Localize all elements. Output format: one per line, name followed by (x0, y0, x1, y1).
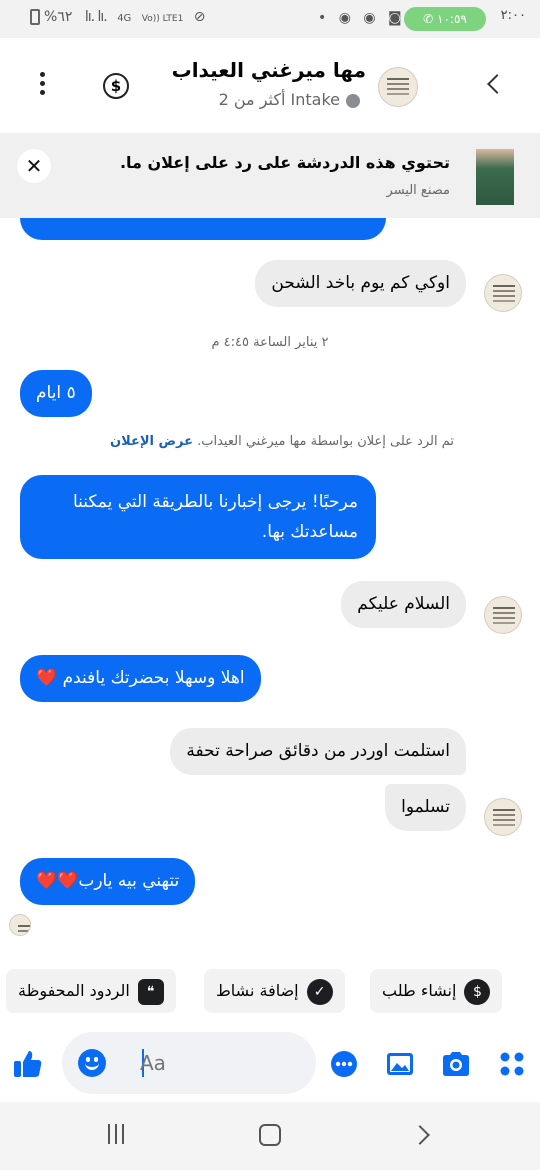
dollar-icon: $ (464, 978, 491, 1005)
chip-label: إنشاء طلب (382, 981, 457, 1000)
message-input-container[interactable] (62, 1032, 316, 1094)
messenger-chat-screen: %٦٢ lı. lı. 4G Vo)) LTE1 ⊘ • ◉ ◉ ◙ ✆ ١٠:… (0, 0, 540, 1170)
gallery-icon[interactable] (384, 1048, 416, 1080)
phone-icon: ✆ (423, 12, 438, 26)
message-bubble[interactable]: اهلا وسهلا بحضرتك يافندم ❤️ (20, 655, 261, 702)
message-bubble[interactable]: تتهني بيه يارب❤️❤️ (20, 858, 196, 905)
dollar-icon[interactable]: $ (103, 73, 129, 99)
apps-grid-icon[interactable] (496, 1048, 528, 1080)
thumbs-up-icon[interactable] (12, 1048, 44, 1080)
network-type: 4G (117, 13, 132, 24)
banner-subtitle: مصنع اليسر (386, 183, 450, 198)
signal-icon: lı. lı. (84, 9, 108, 25)
emoji-icon[interactable] (78, 1049, 106, 1077)
create-order-chip[interactable]: $ إنشاء طلب (370, 969, 503, 1013)
chip-label: الردود المحفوظة (18, 981, 130, 1000)
battery-icon (30, 9, 40, 25)
message-bubble[interactable]: مرحبًا! يرجى إخبارنا بالطريقة التي يمكنن… (20, 475, 376, 559)
status-label[interactable]: Intake (291, 90, 340, 109)
message-list[interactable]: اوكي كم يوم باخد الشحن ٢ يناير الساعة ٤:… (0, 218, 540, 960)
mute-icon: ⊘ (193, 9, 206, 25)
message-timestamp: ٢ يناير الساعة ٤:٤٥ م (211, 335, 329, 350)
status-clock: ٢:٠٠ (500, 8, 526, 23)
quick-reply-bar: $ إنشاء طلب ✓ إضافة نشاط ❝ الردود المحفوظة (0, 966, 540, 1016)
notification-icons: • ◉ ◉ ◙ (318, 10, 406, 26)
message-bubble-partial[interactable] (20, 218, 386, 240)
chip-label: إضافة نشاط (216, 981, 299, 1000)
message-bubble[interactable]: استلمت اوردر من دقائق صراحة تحفة (170, 728, 466, 775)
message-bubble[interactable]: تسلموا (385, 784, 466, 831)
status-left: %٦٢ lı. lı. 4G Vo)) LTE1 ⊘ (30, 9, 206, 25)
banner-title: تحتوي هذه الدردشة على رد على إعلان ما. (119, 153, 450, 172)
sender-avatar[interactable] (484, 274, 522, 312)
ad-reply-banner[interactable]: تحتوي هذه الدردشة على رد على إعلان ما. م… (0, 133, 540, 218)
chat-header: مها ميرغني العيداب Intake أكثر من 2 $ (0, 38, 540, 130)
contact-subtitle: Intake أكثر من 2 (209, 90, 366, 109)
more-count: أكثر من 2 (218, 90, 286, 109)
ad-thumbnail[interactable] (476, 149, 514, 205)
message-bubble[interactable]: السلام عليكم (341, 581, 466, 628)
home-icon[interactable] (259, 1124, 281, 1146)
message-line: مرحبًا! يرجى إخبارنا بالطريقة التي يمكنن… (72, 492, 358, 512)
nav-back-icon[interactable] (410, 1125, 430, 1145)
view-ad-link[interactable]: عرض الإعلان (110, 434, 193, 449)
ad-reply-text: تم الرد على إعلان بواسطة مها ميرغني العي… (197, 434, 454, 449)
add-activity-chip[interactable]: ✓ إضافة نشاط (204, 969, 345, 1013)
chat-bubbles-icon: ❝ (137, 978, 164, 1005)
message-bubble[interactable]: ٥ ايام (20, 370, 92, 417)
contact-name[interactable]: مها ميرغني العيداب (172, 58, 366, 82)
message-input[interactable] (140, 1032, 300, 1094)
sender-avatar[interactable] (484, 798, 522, 836)
back-icon[interactable] (482, 72, 508, 98)
chat-options-icon[interactable] (328, 1048, 360, 1080)
saved-replies-chip[interactable]: ❝ الردود المحفوظة (6, 969, 176, 1013)
status-bar: %٦٢ lı. lı. 4G Vo)) LTE1 ⊘ • ◉ ◉ ◙ ✆ ١٠:… (0, 0, 540, 38)
ad-reply-note: تم الرد على إعلان بواسطة مها ميرغني العي… (110, 434, 454, 449)
composer (0, 1030, 540, 1100)
system-nav-bar (0, 1102, 540, 1170)
message-line: مساعدتك بها. (261, 522, 358, 542)
volte-indicator: Vo)) LTE1 (141, 14, 184, 24)
sender-avatar[interactable] (484, 596, 522, 634)
message-bubble[interactable]: اوكي كم يوم باخد الشحن (255, 260, 466, 307)
check-icon: ✓ (306, 978, 333, 1005)
more-icon[interactable] (34, 72, 50, 98)
battery-level: %٦٢ (44, 9, 73, 25)
call-duration-pill[interactable]: ✆ ١٠:٥٩ (404, 7, 486, 31)
camera-icon[interactable] (440, 1048, 472, 1080)
call-duration: ١٠:٥٩ (437, 12, 467, 26)
recent-apps-icon[interactable] (108, 1124, 132, 1146)
close-icon[interactable]: ✕ (17, 149, 51, 183)
seen-receipt-avatar (9, 914, 31, 936)
status-dot-icon (346, 93, 360, 108)
contact-avatar[interactable] (378, 67, 418, 107)
